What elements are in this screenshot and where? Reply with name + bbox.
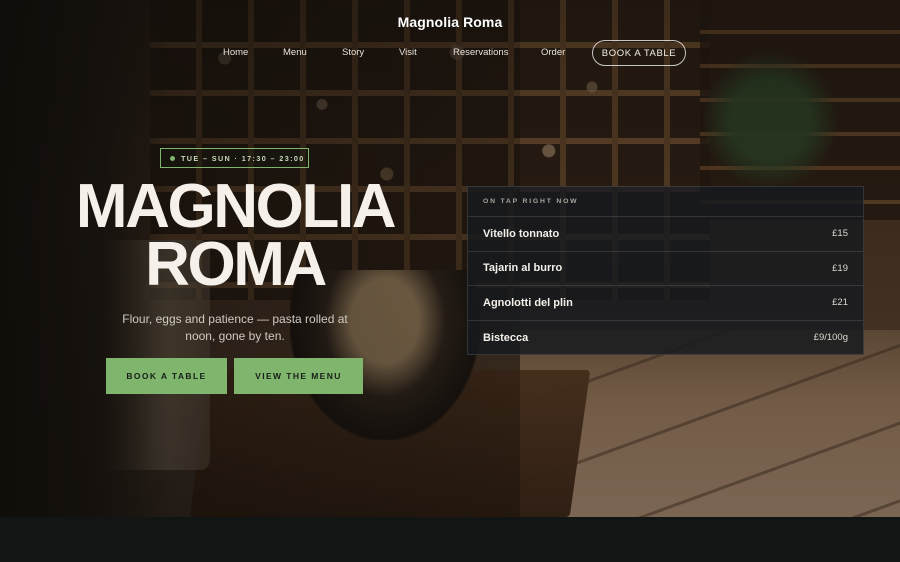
menu-item-name: Bistecca bbox=[483, 331, 529, 344]
main-nav: Home Menu Story Visit Reservations Order… bbox=[0, 40, 900, 66]
menu-item-row[interactable]: Tajarin al burro £19 bbox=[468, 252, 863, 286]
nav-visit[interactable]: Visit bbox=[399, 47, 417, 58]
headline-line-2: ROMA bbox=[145, 230, 327, 299]
on-tap-heading: ON TAP RIGHT NOW bbox=[468, 187, 863, 217]
hero-tagline: Flour, eggs and patience — pasta rolled … bbox=[122, 312, 348, 343]
footer-band bbox=[0, 517, 900, 562]
menu-item-price: £19 bbox=[832, 262, 848, 274]
headline-line-1: MAGNOLIA bbox=[75, 172, 397, 241]
menu-item-name: Vitello tonnato bbox=[483, 227, 560, 240]
menu-item-row[interactable]: Bistecca £9/100g bbox=[468, 321, 863, 356]
hours-text: TUE – SUN · 17:30 – 23:00 bbox=[181, 153, 305, 163]
nav-reservations[interactable]: Reservations bbox=[453, 47, 508, 58]
menu-item-row[interactable]: Agnolotti del plin £21 bbox=[468, 286, 863, 321]
site-brand[interactable]: Magnolia Roma bbox=[0, 14, 900, 30]
view-menu-button[interactable]: VIEW THE MENU bbox=[234, 358, 363, 394]
nav-home[interactable]: Home bbox=[223, 47, 248, 58]
menu-item-name: Agnolotti del plin bbox=[483, 296, 573, 309]
on-tap-panel: ON TAP RIGHT NOW Vitello tonnato £15 Taj… bbox=[467, 186, 864, 355]
menu-item-price: £9/100g bbox=[813, 332, 848, 344]
nav-book-table-button[interactable]: BOOK A TABLE bbox=[592, 40, 686, 66]
menu-item-name: Tajarin al burro bbox=[483, 262, 563, 275]
nav-order[interactable]: Order bbox=[541, 47, 565, 58]
nav-menu[interactable]: Menu bbox=[283, 47, 307, 58]
hero-headline: MAGNOLIA ROMA bbox=[40, 172, 430, 299]
status-dot-icon bbox=[170, 155, 175, 161]
menu-item-price: £15 bbox=[832, 228, 848, 240]
nav-story[interactable]: Story bbox=[342, 47, 364, 58]
book-table-button[interactable]: BOOK A TABLE bbox=[106, 358, 227, 394]
menu-item-price: £21 bbox=[832, 297, 848, 309]
menu-item-row[interactable]: Vitello tonnato £15 bbox=[468, 217, 863, 252]
hours-badge: TUE – SUN · 17:30 – 23:00 bbox=[160, 148, 309, 168]
